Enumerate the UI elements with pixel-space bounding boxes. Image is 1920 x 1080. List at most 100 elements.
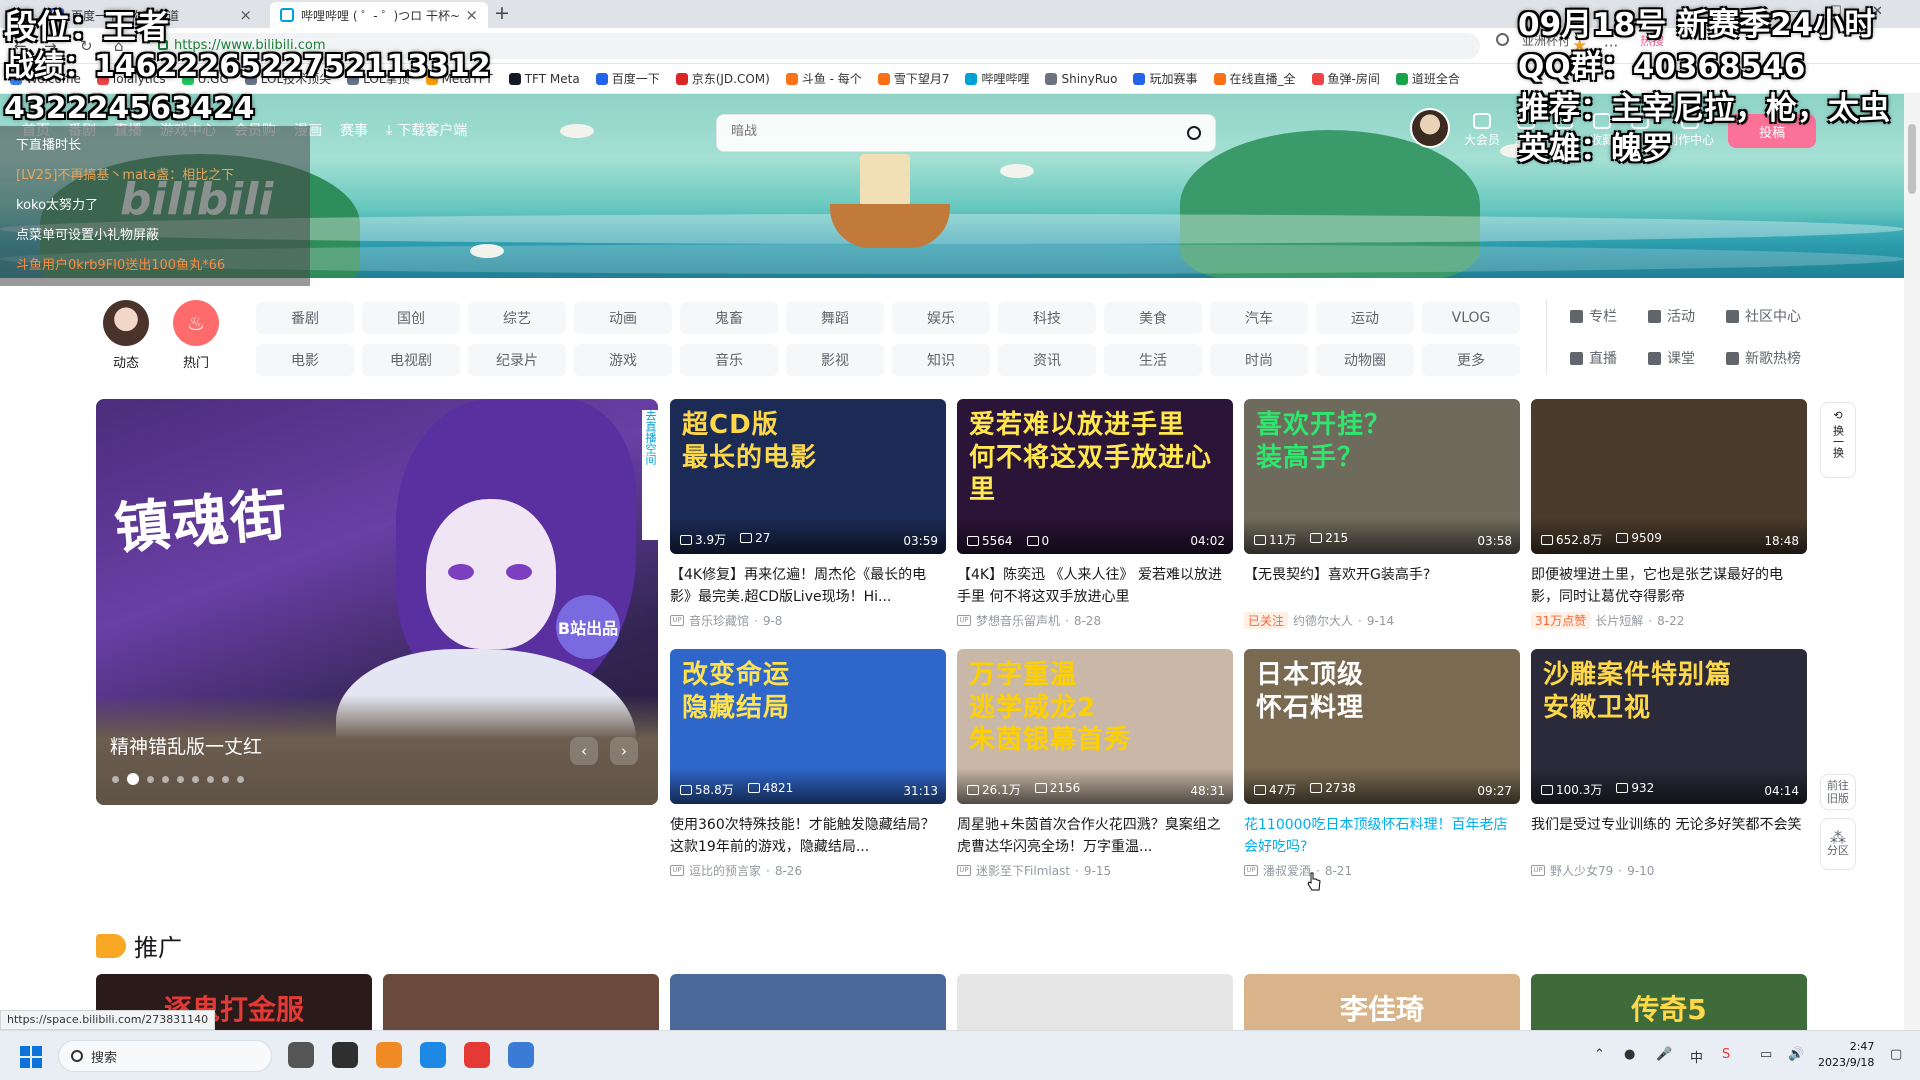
video-card[interactable]: 万字重温 逃学威龙2 朱茵银幕首秀 26.1万 2156 48:31 周星驰+朱茵首次合… (957, 649, 1233, 879)
promo-card[interactable]: 李佳琦 (1244, 974, 1520, 1032)
channel-button[interactable]: 资讯 (998, 344, 1096, 376)
bookmark-item[interactable]: TFT Meta (508, 72, 580, 86)
promo-card[interactable] (957, 974, 1233, 1032)
video-thumbnail[interactable]: 超CD版 最长的电影 3.9万 27 03:59 (670, 399, 946, 554)
carousel-dot[interactable] (237, 775, 244, 783)
dynamic-entry[interactable]: 动态 (96, 300, 156, 371)
download-client-button[interactable]: ⤓ 下载客户端 (386, 120, 467, 140)
channel-button[interactable]: VLOG (1422, 302, 1520, 334)
nav-item[interactable]: 赛事 (340, 120, 368, 140)
channel-button[interactable]: 综艺 (468, 302, 566, 334)
video-title[interactable]: 使用360次特殊技能！才能触发隐藏结局？这款19年前的游戏，隐藏结局... (670, 814, 946, 858)
channel-button[interactable]: 游戏 (574, 344, 672, 376)
channel-button[interactable]: 更多 (1422, 344, 1520, 376)
link-classroom[interactable]: 课堂 (1648, 348, 1726, 368)
bookmark-item[interactable]: 斗鱼 - 每个 (785, 70, 862, 87)
channel-button[interactable]: 生活 (1104, 344, 1202, 376)
carousel-dot[interactable] (162, 775, 169, 783)
taskbar-app-icon[interactable] (332, 1042, 358, 1068)
chevron-up-icon[interactable]: ⌃ (1594, 1047, 1605, 1062)
channel-button[interactable]: 鬼畜 (680, 302, 778, 334)
carousel-dot[interactable] (192, 775, 199, 783)
bookmark-item[interactable]: 百度一下 (595, 70, 660, 87)
carousel-dot[interactable] (112, 775, 119, 783)
video-title[interactable]: 【4K修复】再来亿遍！周杰伦《最长的电影》最完美.超CD版Live现场！Hi..… (670, 564, 946, 608)
link-community[interactable]: 社区中心 (1726, 306, 1816, 326)
taskbar-clock[interactable]: 2:47 2023/9/18 (1818, 1039, 1874, 1071)
channel-button[interactable]: 国创 (362, 302, 460, 334)
channel-button[interactable]: 运动 (1316, 302, 1414, 334)
bookmark-item[interactable]: 在线直播_全 (1213, 70, 1296, 87)
zone-button[interactable]: ⁂ 分区 (1820, 818, 1856, 870)
taskbar-app-icon[interactable] (288, 1042, 314, 1068)
bookmark-item[interactable]: 玩加赛事 (1133, 70, 1198, 87)
channel-button[interactable]: 科技 (998, 302, 1096, 334)
channel-button[interactable]: 舞蹈 (786, 302, 884, 334)
video-card[interactable]: 改变命运 隐藏结局 58.8万 4821 31:13 使用360次特殊技能！才能触发隐藏… (670, 649, 946, 879)
channel-button[interactable]: 影视 (786, 344, 884, 376)
search-icon[interactable] (1187, 126, 1201, 140)
video-thumbnail[interactable]: 日本顶级 怀石料理 47万 2738 09:27 (1244, 649, 1520, 804)
carousel-dot[interactable] (222, 775, 229, 783)
tab-bilibili[interactable]: 哔哩哔哩 ( ゜- ゜)つロ 干杯~ × (270, 2, 488, 28)
taskbar-app-icon[interactable] (420, 1042, 446, 1068)
link-music-chart[interactable]: 新歌热榜 (1726, 348, 1816, 368)
carousel-dot[interactable] (127, 773, 139, 785)
video-card[interactable]: 日本顶级 怀石料理 47万 2738 09:27 花110000吃日本顶级怀石料理！百年… (1244, 649, 1520, 879)
promo-card[interactable] (670, 974, 946, 1032)
page-scrollbar[interactable] (1904, 94, 1920, 1030)
video-card[interactable]: 爱若难以放进手里 何不将这双手放进心里 5564 0 04:02 【4K】陈奕迅 《人来… (957, 399, 1233, 629)
close-icon[interactable]: × (239, 6, 252, 24)
video-thumbnail[interactable]: 沙雕案件特别篇 安徽卫视 100.3万 932 04:14 (1531, 649, 1807, 804)
bookmark-item[interactable]: ShinyRuo (1045, 72, 1117, 86)
new-tab-icon[interactable]: + (494, 2, 510, 24)
channel-button[interactable]: 娱乐 (892, 302, 990, 334)
old-version-button[interactable]: 前往旧版 (1820, 774, 1856, 810)
refresh-button[interactable]: ⟲ 换一换 (1820, 402, 1856, 478)
channel-button[interactable]: 电视剧 (362, 344, 460, 376)
channel-button[interactable]: 时尚 (1210, 344, 1308, 376)
uploader-name[interactable]: 野人少女79 (1550, 862, 1613, 879)
ime-indicator[interactable]: 中 (1690, 1047, 1703, 1066)
microphone-icon[interactable]: 🎤 (1656, 1047, 1672, 1062)
video-thumbnail[interactable]: 652.8万 9509 18:48 (1531, 399, 1807, 554)
link-activity[interactable]: 活动 (1648, 306, 1726, 326)
channel-button[interactable]: 动画 (574, 302, 672, 334)
hot-entry[interactable]: ♨ 热门 (166, 300, 226, 371)
uploader-name[interactable]: 梦想音乐留声机 (976, 612, 1060, 629)
bookmark-item[interactable]: 哔哩哔哩 (965, 70, 1029, 87)
video-title[interactable]: 周星驰+朱茵首次合作火花四溅？臭案组之虎曹达华闪亮全场！万字重温... (957, 814, 1233, 858)
taskbar-app-icon[interactable] (508, 1042, 534, 1068)
video-title[interactable]: 即便被埋进土里，它也是张艺谋最好的电影，同时让葛优夺得影帝 (1531, 564, 1807, 608)
channel-button[interactable]: 汽车 (1210, 302, 1308, 334)
avatar[interactable] (1410, 108, 1450, 148)
windows-start-icon[interactable] (20, 1046, 42, 1068)
bookmark-item[interactable]: 雪下望月7 (877, 70, 949, 87)
video-title[interactable]: 【4K】陈奕迅 《人来人往》 爱若难以放进手里 何不将这双手放进心里 (957, 564, 1233, 608)
scrollbar-thumb[interactable] (1908, 124, 1916, 194)
promo-card[interactable]: 传奇5 (1531, 974, 1807, 1032)
video-title[interactable]: 我们是受过专业训练的 无论多好笑都不会笑 (1531, 814, 1807, 858)
carousel-dot[interactable] (207, 775, 214, 783)
uploader-name[interactable]: 逗比的预言家 (689, 862, 761, 879)
bookmark-item[interactable]: 道班全合 (1395, 70, 1460, 87)
channel-button[interactable]: 电影 (256, 344, 354, 376)
video-thumbnail[interactable]: 万字重温 逃学威龙2 朱茵银幕首秀 26.1万 2156 48:31 (957, 649, 1233, 804)
taskbar-search[interactable]: 搜索 (58, 1040, 272, 1072)
video-title[interactable]: 【无畏契约】喜欢开G装高手? (1244, 564, 1520, 608)
link-live[interactable]: 直播 (1570, 348, 1648, 368)
taskbar-app-icon[interactable] (464, 1042, 490, 1068)
search-icon[interactable] (1496, 33, 1509, 46)
video-thumbnail[interactable]: 爱若难以放进手里 何不将这双手放进心里 5564 0 04:02 (957, 399, 1233, 554)
hero-carousel[interactable]: 镇魂街 B站出品 精神错乱版一丈红 ‹ › (96, 399, 658, 805)
video-title[interactable]: 花110000吃日本顶级怀石料理！百年老店会好吃吗? (1244, 814, 1520, 858)
video-card[interactable]: 沙雕案件特别篇 安徽卫视 100.3万 932 04:14 我们是受过专业训练的 无论多… (1531, 649, 1807, 879)
uploader-name[interactable]: 潘叔爱酒 (1263, 862, 1311, 879)
volume-icon[interactable]: 🔊 (1788, 1047, 1804, 1062)
video-card[interactable]: 喜欢开挂？ 装高手？ 11万 215 03:58 【无畏契约】喜欢开G装高手? 已关注 约德… (1244, 399, 1520, 629)
network-icon[interactable]: ▭ (1760, 1047, 1772, 1062)
taskbar-app-icon[interactable] (376, 1042, 402, 1068)
carousel-side-link[interactable]: 去直播空间 (642, 410, 658, 540)
uploader-name[interactable]: 迷影至下Filmlast (976, 862, 1070, 879)
link-column[interactable]: 专栏 (1570, 306, 1648, 326)
